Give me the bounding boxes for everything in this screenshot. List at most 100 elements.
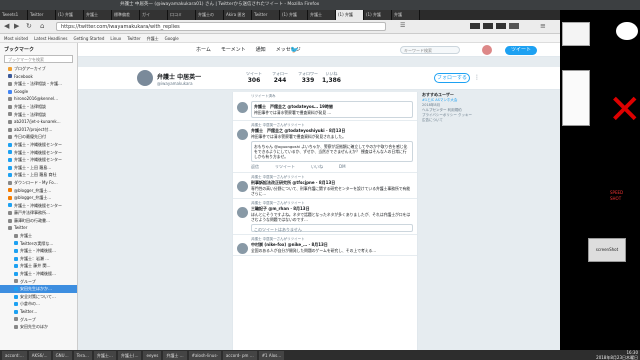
tweet-button[interactable]: ツイート xyxy=(505,46,537,55)
sidebar-bookmark-item[interactable]: @blogger_弁護士… xyxy=(0,194,77,202)
like-icon[interactable]: いいね xyxy=(311,164,323,170)
sidebar-bookmark-item[interactable]: Twitterの実際な… xyxy=(0,240,77,248)
sidebar-bookmark-item[interactable]: 弁護士・法律相談 xyxy=(0,111,77,119)
retweet-icon[interactable]: リツイート xyxy=(275,164,295,170)
taskbar-item[interactable]: 弁護士… xyxy=(93,350,116,360)
sidebar-bookmark-item[interactable]: ab2017/jet-s-kunarek… xyxy=(0,118,77,126)
bookmark-link[interactable]: 弁護士 xyxy=(147,34,159,42)
sidebar-bookmark-item[interactable]: ブログアーカイブ xyxy=(0,65,77,73)
taskbar-item[interactable]: AKS6/… xyxy=(28,350,51,360)
tweet-avatar[interactable] xyxy=(237,181,248,192)
browser-tab[interactable]: (1) 弁護 xyxy=(280,10,308,20)
sidebar-bookmark-item[interactable]: 安田先生のほか xyxy=(0,323,77,331)
taskbar-item[interactable]: eeyes xyxy=(143,350,162,360)
sidebar-bookmark-item[interactable]: 安田先生ほかか… xyxy=(0,285,77,293)
taskbar-clock[interactable]: 16:30 2018年8月23日木曜日 xyxy=(596,350,638,360)
user-avatar[interactable] xyxy=(482,45,492,55)
taskbar-item[interactable]: Tera… xyxy=(73,350,92,360)
taskbar-item[interactable]: accord- pm … xyxy=(222,350,257,360)
browser-tab[interactable]: Tweets1 xyxy=(0,10,28,20)
browser-tab[interactable]: 弁護士 xyxy=(84,10,112,20)
tweet[interactable]: 弁護士 中居英一さんがリツイート 中村崇 (nike-fox) @nike_… … xyxy=(233,235,417,256)
menu-icon[interactable]: ☰ xyxy=(400,22,405,29)
sidebar-bookmark-item[interactable]: グループ xyxy=(0,316,77,324)
taskbar-item[interactable]: GNU… xyxy=(52,350,72,360)
more-options-icon[interactable]: ⋮ xyxy=(474,74,480,81)
sidebar-search-input[interactable]: ブックマークを検索 xyxy=(4,55,73,63)
back-icon[interactable]: ◀ xyxy=(4,22,9,30)
stat-following[interactable]: フォロー 244 xyxy=(272,71,288,84)
sidebar-bookmark-item[interactable]: 弁護士・沖縄後援… xyxy=(0,270,77,278)
sidebar-bookmark-item[interactable]: Twitter… xyxy=(0,308,77,316)
sidebar-bookmark-item[interactable]: 弁護士・法律相談・弁護… xyxy=(0,80,77,88)
sidebar-bookmark-item[interactable]: 藤戸井法律事務所… xyxy=(0,209,77,217)
sidebar-bookmark-item[interactable]: グループ xyxy=(0,278,77,286)
sidebar-bookmark-item[interactable]: 安全対策について… xyxy=(0,293,77,301)
quoted-tweet[interactable]: 弁護士 戸舘圭之 @todateyos… 19時間 袴田事件では清水警察署で捜査… xyxy=(251,101,413,118)
sidebar-bookmark-item[interactable]: 弁護士・沖縄後援センター xyxy=(0,149,77,157)
twitter-search-input[interactable]: キーワード検索 xyxy=(400,46,460,54)
follow-button[interactable]: フォローする xyxy=(434,73,470,83)
sidebar-bookmark-item[interactable]: 弁護士：岩瀬 … xyxy=(0,255,77,263)
stat-tweets[interactable]: ツイート 306 xyxy=(246,71,262,84)
thumbnail-window[interactable] xyxy=(562,22,590,46)
screenshot-window[interactable]: screenShot xyxy=(588,238,626,262)
tweet[interactable]: 弁護士 中居英一さんがリツイート 三輪記子 @m_rhan · 8月13日 ほん… xyxy=(233,199,417,235)
sidebar-bookmark-item[interactable]: 弁護士・上田 羅島 商社 xyxy=(0,171,77,179)
stat-likes[interactable]: いいね 1,386 xyxy=(322,71,341,84)
hamburger-menu-icon[interactable]: ≡ xyxy=(540,22,546,30)
sidebar-bookmark-item[interactable]: 弁護士・沖縄後援センター xyxy=(0,202,77,210)
tweet-avatar[interactable] xyxy=(237,129,248,140)
profile-avatar[interactable] xyxy=(136,69,154,87)
dm-icon[interactable]: DM xyxy=(339,164,346,170)
sidebar-bookmark-item[interactable]: 弁護士・法律相談 xyxy=(0,103,77,111)
tweet[interactable]: 弁護士 中居英一さんがリツイート 弁護士 戸舘圭之 @todateyoshiyu… xyxy=(233,121,417,173)
tweet-avatar[interactable] xyxy=(237,243,248,254)
toolbar-icon[interactable] xyxy=(509,23,519,29)
nav-home[interactable]: ホーム xyxy=(196,46,211,53)
side-window[interactable] xyxy=(562,70,590,126)
bookmark-link[interactable]: Twitter xyxy=(127,34,140,42)
sidebar-bookmark-item[interactable]: @blogger_弁護士… xyxy=(0,187,77,195)
browser-tab[interactable]: 弁護士 xyxy=(308,10,336,20)
tweet-avatar[interactable] xyxy=(237,102,248,113)
toolbar-icon[interactable] xyxy=(483,23,493,29)
toolbar-icon[interactable] xyxy=(496,23,506,29)
browser-tab[interactable]: 口コミ xyxy=(168,10,196,20)
sidebar-bookmark-item[interactable]: 弁護士・沖縄後援センター xyxy=(0,141,77,149)
taskbar-item[interactable]: accord:… xyxy=(2,350,27,360)
sidebar-bookmark-item[interactable]: 今日の最優先日付 xyxy=(0,133,77,141)
bookmark-link[interactable]: Latest Headlines xyxy=(34,34,67,42)
sidebar-bookmark-item[interactable]: 藤澤町田の行政書… xyxy=(0,217,77,225)
sidebar-bookmark-item[interactable]: 弁護士・上田 羅島… xyxy=(0,164,77,172)
sidebar-bookmark-item[interactable]: 弁護士 xyxy=(0,232,77,240)
browser-tab[interactable]: Twitter xyxy=(252,10,280,20)
forward-icon[interactable]: ▶ xyxy=(14,22,19,30)
reload-icon[interactable]: ↻ xyxy=(26,22,32,30)
taskbar-item[interactable]: #1 Alos… xyxy=(258,350,285,360)
browser-tab[interactable]: 弁護士の xyxy=(196,10,224,20)
sidebar-bookmark-item[interactable]: Google xyxy=(0,88,77,96)
toolbar-icon[interactable] xyxy=(470,23,480,29)
tweet[interactable]: リツイート済み 弁護士 戸舘圭之 @todateyos… 19時間 袴田事件では… xyxy=(233,92,417,121)
sidebar-bookmark-item[interactable]: 弁護士・沖縄後援… xyxy=(0,247,77,255)
url-bar[interactable]: https://twitter.com/iwayamakukara/with_r… xyxy=(56,22,386,31)
bookmark-link[interactable]: Linux xyxy=(110,34,121,42)
bookmark-link[interactable]: Google xyxy=(165,34,179,42)
twitter-bird-icon[interactable]: 🐦 xyxy=(290,46,299,54)
home-icon[interactable]: ⌂ xyxy=(40,22,44,30)
reply-icon[interactable]: 返信 xyxy=(251,164,259,170)
bookmark-link[interactable]: Most visited xyxy=(4,34,28,42)
stat-followers[interactable]: フォロワー 339 xyxy=(298,71,318,84)
taskbar-item[interactable]: 弁護士(… xyxy=(117,350,142,360)
nav-notifications[interactable]: 通知 xyxy=(256,46,266,53)
browser-tab[interactable]: 弁護 xyxy=(392,10,420,20)
taskbar-item[interactable]: 弁護士 … xyxy=(163,350,187,360)
tweet[interactable]: 弁護士 中居英一さんがリツイート 刑事訴訟法改正研究所 @tfscjpne · … xyxy=(233,173,417,199)
browser-tab-active[interactable]: (1) 弁護 xyxy=(336,10,364,20)
footer-link[interactable]: 広告について xyxy=(422,118,540,123)
sidebar-bookmark-item[interactable]: ダウンロード・My Fo… xyxy=(0,179,77,187)
browser-tab[interactable]: 標準偏差 xyxy=(112,10,140,20)
sidebar-bookmark-item[interactable]: Facebook xyxy=(0,73,77,81)
browser-tab[interactable]: Akira 匿名 xyxy=(224,10,252,20)
